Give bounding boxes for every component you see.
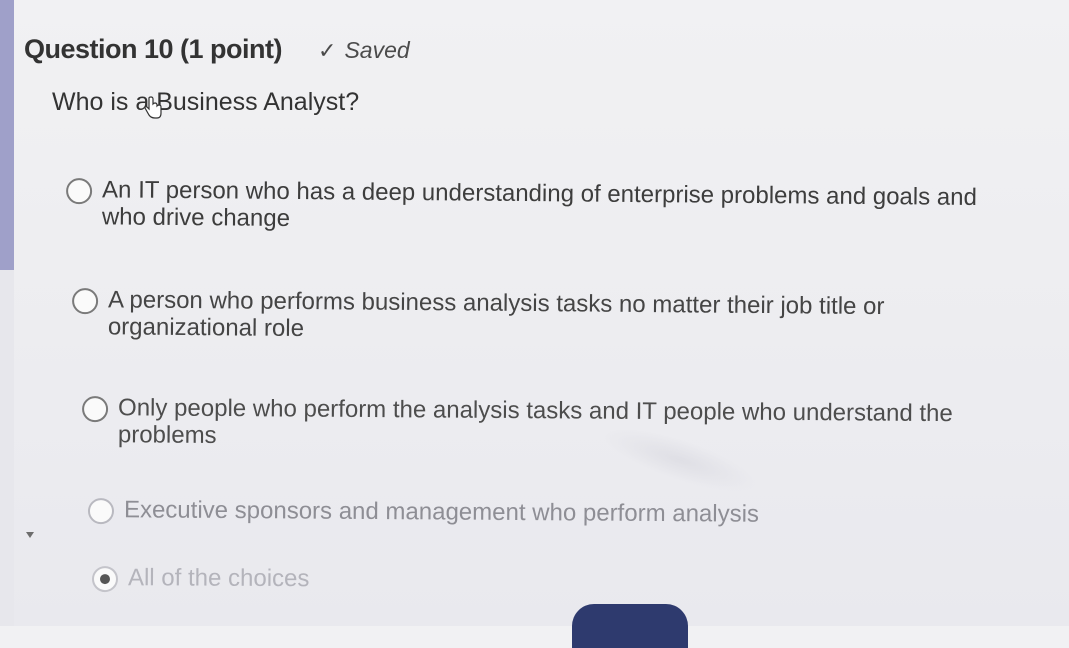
radio-button[interactable] <box>65 178 93 205</box>
option-label: Only people who perform the analysis tas… <box>117 394 953 449</box>
answer-option-4[interactable]: Executive sponsors and management who pe… <box>87 496 788 529</box>
radio-button[interactable] <box>87 498 115 525</box>
radio-button[interactable] <box>81 396 109 423</box>
option-label: Executive sponsors and management who pe… <box>123 496 760 528</box>
collapse-arrow-icon[interactable] <box>26 532 34 538</box>
radio-button[interactable] <box>71 288 99 315</box>
answer-option-2[interactable]: A person who performs business analysis … <box>71 286 972 348</box>
hand-cursor-icon <box>144 96 162 119</box>
option-label: A person who performs business analysis … <box>107 286 885 343</box>
question-title: Question 10 (1 point) <box>24 34 283 64</box>
option-label: An IT person who has a deep understandin… <box>101 176 978 232</box>
answer-option-3[interactable]: Only people who perform the analysis tas… <box>81 394 1012 454</box>
question-prompt: Who is a Business Analyst? <box>52 88 360 116</box>
saved-status: ✓ Saved <box>318 37 410 64</box>
check-icon: ✓ <box>318 38 337 63</box>
option-label: All of the choices <box>127 564 310 593</box>
radio-button-selected[interactable] <box>91 566 119 593</box>
radio-dot <box>99 574 111 585</box>
saved-label: Saved <box>344 37 410 63</box>
answer-option-1[interactable]: An IT person who has a deep understandin… <box>65 176 1016 238</box>
question-header: Question 10 (1 point) ✓ Saved <box>24 34 410 65</box>
left-panel-edge <box>0 270 14 626</box>
next-button[interactable] <box>572 604 688 648</box>
left-accent-bar <box>0 0 14 270</box>
answer-option-5[interactable]: All of the choices <box>91 564 492 594</box>
